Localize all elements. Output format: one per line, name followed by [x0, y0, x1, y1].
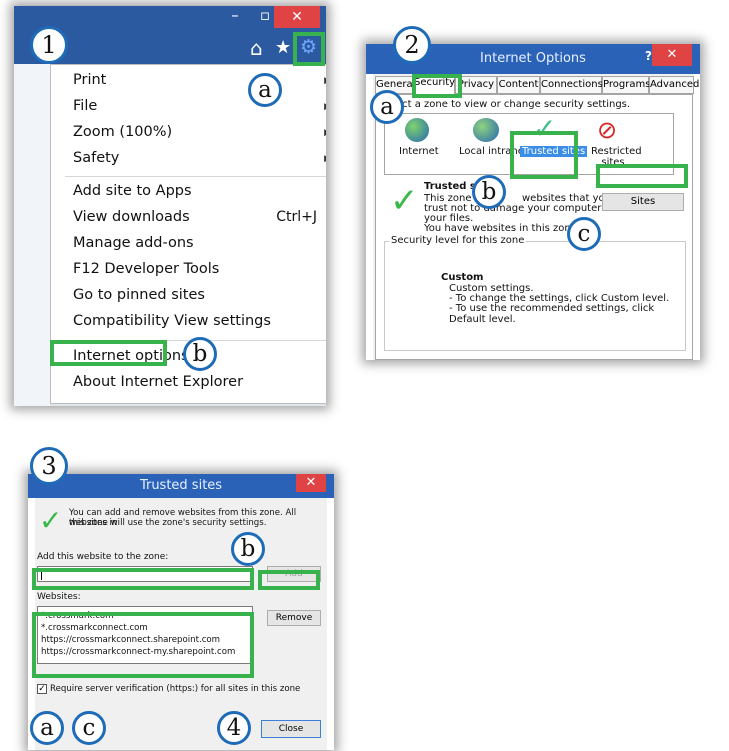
menu-item-view-downloads[interactable]: View downloads	[73, 209, 190, 225]
step-1a-badge: a	[248, 73, 282, 107]
chevron-right-icon: ▶	[324, 76, 326, 86]
no-entry-icon: ⊘	[597, 116, 618, 144]
browser-content-strip	[14, 64, 50, 406]
trusted-desc-4: You have websites in this zone.	[424, 223, 581, 234]
menu-item-manage-addons[interactable]: Manage add-ons	[73, 235, 194, 251]
highlight-trusted-sites	[510, 131, 578, 179]
highlight-add-button	[258, 570, 320, 590]
highlight-gear	[293, 32, 325, 66]
favorites-star-icon[interactable]: ★	[275, 37, 291, 58]
menu-item-f12-tools[interactable]: F12 Developer Tools	[73, 261, 219, 277]
tab-advanced[interactable]: Advanced	[649, 76, 699, 94]
require-https-label: Require server verification (https:) for…	[50, 684, 301, 694]
highlight-websites-list	[32, 612, 254, 678]
menu-item-pinned-sites[interactable]: Go to pinned sites	[73, 287, 205, 303]
step-3b-badge: b	[231, 532, 265, 566]
minimize-button[interactable]: –	[220, 6, 250, 28]
tab-content[interactable]: Content	[497, 76, 540, 94]
step-1b-badge: b	[183, 337, 217, 371]
custom-heading: Custom	[441, 272, 484, 283]
sites-button[interactable]: Sites	[602, 193, 684, 211]
chevron-right-icon: ▶	[324, 102, 326, 112]
security-level-label: Security level for this zone	[389, 235, 527, 246]
step-2a-badge: a	[370, 90, 404, 124]
add-website-label: Add this website to the zone:	[37, 552, 169, 562]
step-2-badge: 2	[393, 26, 431, 64]
intro-line-2: this zone will use the zone's security s…	[69, 518, 267, 528]
step-3a-badge: a	[30, 711, 64, 745]
menu-separator	[65, 176, 326, 177]
tab-connections[interactable]: Connections	[540, 76, 603, 94]
menu-item-print[interactable]: Print	[73, 72, 106, 88]
home-icon[interactable]: ⌂	[250, 36, 263, 60]
step-3-badge: 3	[30, 447, 68, 485]
step-1-badge: 1	[30, 26, 68, 64]
menu-item-file[interactable]: File	[73, 98, 97, 114]
close-button[interactable]: ✕	[652, 44, 692, 66]
dialog-body: General Security Privacy Content Connect…	[373, 74, 699, 360]
step-3c-badge: c	[72, 711, 106, 745]
zone-prompt: ect a zone to view or change security se…	[396, 99, 631, 110]
step-4-badge: 4	[217, 711, 251, 745]
security-level-group: Security level for this zone Custom Cust…	[384, 235, 686, 351]
close-dialog-button[interactable]: Close	[261, 720, 321, 738]
remove-button[interactable]: Remove	[267, 610, 321, 626]
shortcut-label: Ctrl+J	[276, 209, 317, 225]
require-https-checkbox[interactable]: ✓	[37, 684, 47, 694]
intranet-icon	[473, 118, 499, 142]
close-button[interactable]: ✕	[274, 6, 320, 28]
menu-item-compat-view[interactable]: Compatibility View settings	[73, 313, 271, 329]
websites-label: Websites:	[37, 592, 81, 602]
zone-internet[interactable]: Internet	[399, 146, 439, 157]
checkmark-icon: ✓	[390, 181, 419, 221]
menu-item-add-site[interactable]: Add site to Apps	[73, 183, 192, 199]
help-button[interactable]: ?	[645, 49, 652, 63]
tab-programs[interactable]: Programs	[602, 76, 650, 94]
highlight-internet-options	[50, 340, 167, 366]
dialog-title: Trusted sites	[28, 474, 334, 498]
menu-item-about-ie[interactable]: About Internet Explorer	[73, 374, 243, 390]
step-2c-badge: c	[567, 217, 601, 251]
step-2b-badge: b	[472, 175, 506, 209]
globe-icon	[405, 118, 429, 142]
menu-item-safety[interactable]: Safety	[73, 150, 119, 166]
highlight-sites-button	[596, 164, 688, 188]
highlight-add-input	[32, 568, 254, 590]
chevron-right-icon: ▶	[324, 154, 326, 164]
checkmark-icon: ✓	[39, 504, 63, 537]
highlight-security-tab	[412, 74, 462, 98]
menu-item-zoom[interactable]: Zoom (100%)	[73, 124, 172, 140]
chevron-right-icon: ▶	[324, 128, 326, 138]
custom-line-3: - To use the recommended settings, click…	[449, 303, 655, 325]
close-button[interactable]: ✕	[296, 474, 326, 492]
